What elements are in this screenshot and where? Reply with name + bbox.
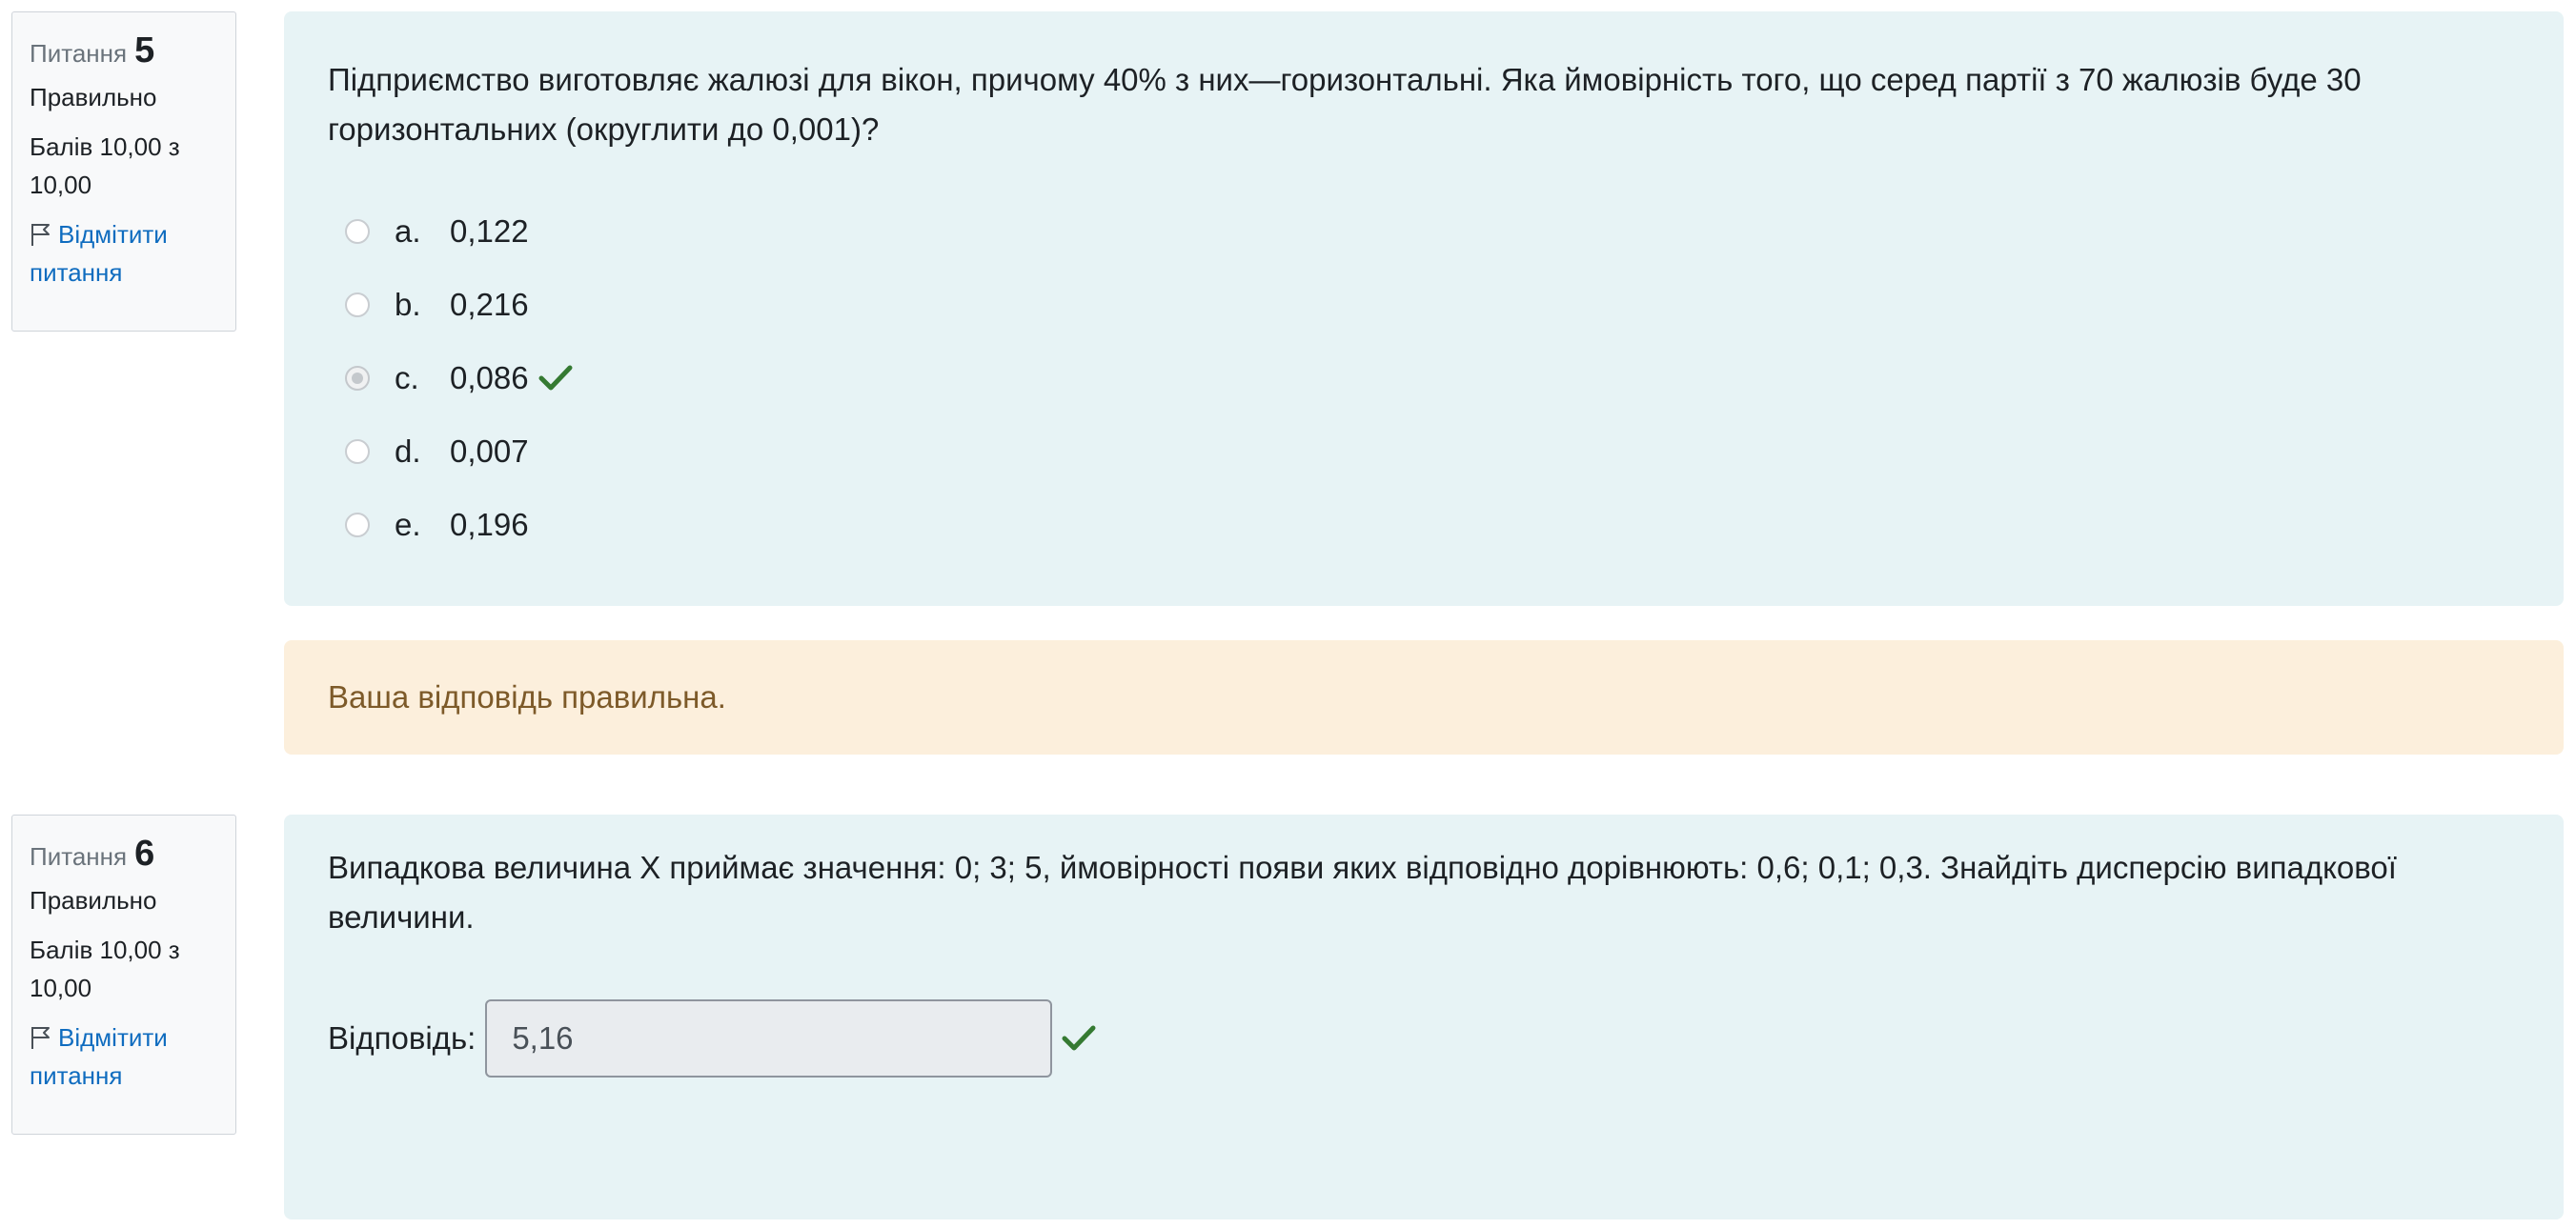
answer-value: 0,216	[450, 286, 529, 322]
radio-b[interactable]	[345, 292, 370, 317]
question-number: 5	[134, 30, 155, 71]
radio-a[interactable]	[345, 218, 370, 244]
radio-c[interactable]	[345, 365, 370, 391]
radio-e[interactable]	[345, 512, 370, 537]
question-content-6: Випадкова величина X приймає значення: 0…	[284, 815, 2564, 1219]
question-content-5: Підприємство виготовляє жалюзі для вікон…	[284, 11, 2564, 606]
answer-value: 0,086	[450, 359, 529, 395]
answer-label: Відповідь:	[328, 1020, 477, 1056]
answer-value: 0,122	[450, 212, 529, 249]
question-state: Правильно	[30, 886, 157, 915]
question-grade: Балів 10,00 з 10,00	[30, 132, 180, 199]
question-number: 6	[134, 834, 155, 874]
answer-option-a[interactable]: a. 0,122	[345, 194, 2564, 268]
question-number-line: Питання 5	[30, 31, 218, 72]
question-label: Питання	[30, 842, 128, 871]
question-state: Правильно	[30, 83, 157, 111]
answer-letter: c.	[395, 359, 419, 395]
answer-letter: e.	[395, 506, 421, 542]
answer-value: 0,007	[450, 433, 529, 469]
answer-value: 0,196	[450, 506, 529, 542]
answer-feedback: Ваша відповідь правильна.	[284, 640, 2564, 755]
answer-option-c[interactable]: c. 0,086	[345, 341, 2564, 414]
question-info-6: Питання 6 Правильно Балів 10,00 з 10,00 …	[11, 815, 236, 1135]
answer-options: a. 0,122 b. 0,216 c. 0,086 d. 0,007 e. 0…	[284, 194, 2564, 561]
question-label: Питання	[30, 39, 128, 68]
answer-letter: b.	[395, 286, 421, 322]
answer-input[interactable]	[485, 999, 1053, 1078]
correct-check-icon	[1062, 1025, 1096, 1051]
feedback-text: Ваша відповідь правильна.	[328, 679, 726, 715]
flag-question-link[interactable]: Відмітити питання	[30, 215, 218, 292]
answer-option-d[interactable]: d. 0,007	[345, 414, 2564, 488]
answer-letter: d.	[395, 433, 421, 469]
question-grade: Балів 10,00 з 10,00	[30, 936, 180, 1002]
radio-d[interactable]	[345, 438, 370, 464]
question-info-5: Питання 5 Правильно Балів 10,00 з 10,00 …	[11, 11, 236, 332]
question-text: Випадкова величина X приймає значення: 0…	[328, 850, 2397, 935]
answer-option-b[interactable]: b. 0,216	[345, 268, 2564, 341]
flag-question-link[interactable]: Відмітити питання	[30, 1018, 218, 1095]
answer-option-e[interactable]: e. 0,196	[345, 488, 2564, 561]
question-number-line: Питання 6	[30, 835, 218, 876]
flag-icon	[31, 1027, 50, 1049]
correct-check-icon	[538, 365, 573, 390]
answer-letter: a.	[395, 212, 421, 249]
flag-icon	[31, 224, 50, 246]
question-text: Підприємство виготовляє жалюзі для вікон…	[328, 62, 2362, 147]
answer-line: Відповідь:	[284, 999, 2564, 1078]
